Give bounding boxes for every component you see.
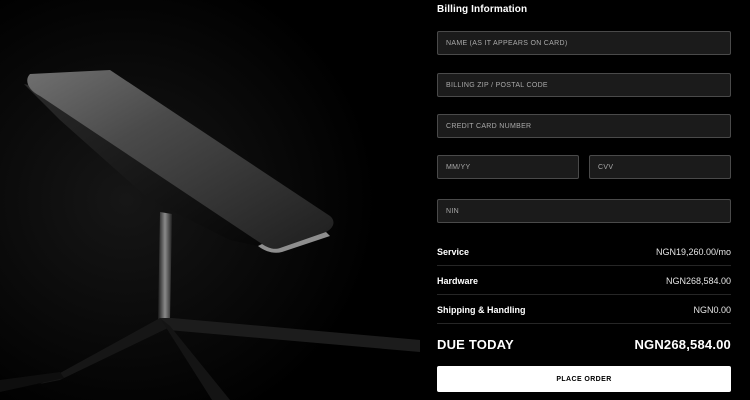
- product-hero-image: [0, 0, 420, 400]
- service-price: NGN19,260.00/mo: [655, 246, 731, 257]
- nin-input[interactable]: [446, 207, 730, 215]
- satellite-dish-illustration: [0, 0, 420, 400]
- expiry-date-input[interactable]: [446, 163, 578, 171]
- name-on-card-field-wrapper: [437, 31, 731, 55]
- billing-information-heading: Billing Information: [437, 4, 528, 15]
- hardware-row: Hardware NGN268,584.00: [437, 267, 731, 295]
- place-order-button[interactable]: PLACE ORDER: [437, 366, 731, 392]
- service-row: Service NGN19,260.00/mo: [437, 238, 731, 266]
- shipping-price: NGN0.00: [693, 304, 731, 315]
- due-today-row: DUE TODAY NGN268,584.00: [437, 326, 731, 362]
- billing-zip-input[interactable]: [446, 81, 730, 89]
- service-label: Service: [437, 246, 470, 257]
- due-today-label: DUE TODAY: [437, 336, 514, 352]
- hardware-price: NGN268,584.00: [665, 275, 731, 286]
- hardware-label: Hardware: [437, 275, 479, 286]
- name-on-card-input[interactable]: [446, 39, 730, 47]
- cvv-field-wrapper: [589, 155, 731, 179]
- credit-card-field-wrapper: [437, 114, 731, 138]
- due-today-amount: NGN268,584.00: [634, 336, 731, 352]
- cvv-input[interactable]: [598, 163, 730, 171]
- billing-panel: Billing Information Service NGN19,260.00…: [437, 0, 731, 400]
- shipping-label: Shipping & Handling: [437, 304, 526, 315]
- billing-zip-field-wrapper: [437, 73, 731, 97]
- shipping-row: Shipping & Handling NGN0.00: [437, 296, 731, 324]
- credit-card-number-input[interactable]: [446, 122, 730, 130]
- nin-field-wrapper: [437, 199, 731, 223]
- expiry-field-wrapper: [437, 155, 579, 179]
